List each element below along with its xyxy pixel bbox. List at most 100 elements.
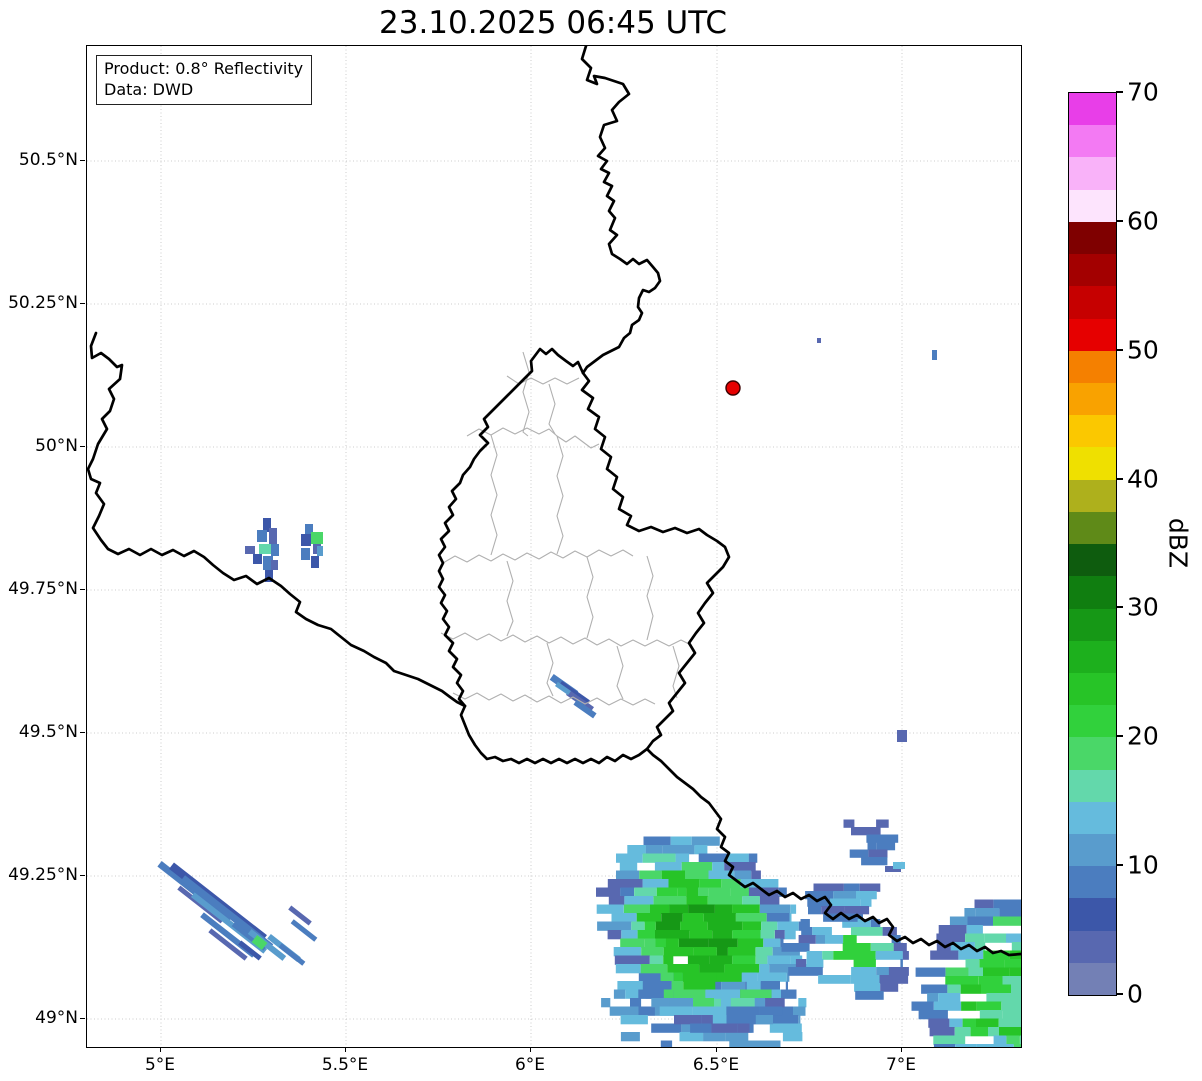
echo-cell [818,975,851,984]
echo-cell [918,1010,948,1020]
echo-cell [843,883,860,892]
echo-cell [655,938,666,948]
echo-cell [856,891,877,900]
echo-cell [712,1015,727,1025]
echo-cell [642,981,672,991]
echo-cell [699,879,722,889]
echo-cell [921,984,948,994]
echo-speck [893,862,905,869]
gridlines [87,46,1021,1047]
echo-cell [634,887,657,897]
colorbar-segment [1069,479,1116,512]
colorbar-segment [1069,769,1116,802]
echo-cell [609,1006,639,1016]
echo-cell [876,967,889,976]
echo-cell [929,1027,955,1037]
x-tick-mark [160,1047,161,1052]
echo-cell [1001,1001,1021,1011]
echo-cell [671,981,684,991]
echo-cell [978,976,1003,986]
radar-figure: 23.10.2025 06:45 UTC Product: 0.8° Refle… [0,0,1202,1081]
echo-cell [693,947,717,957]
echo-cell [902,951,909,960]
colorbar-segment [1069,93,1116,126]
echo-cell [637,930,655,940]
echo-cell [735,913,748,923]
echo-streak [301,548,310,560]
echo-cell [674,1015,702,1025]
product-info-box: Product: 0.8° Reflectivity Data: DWD [96,55,313,105]
echo-cell [815,935,825,944]
colorbar-segment [1069,930,1116,963]
echo-cell [759,1006,779,1016]
echo-cell [974,899,994,909]
echo-cell [955,1044,977,1047]
region-border [546,642,554,697]
colorbar-segment [1069,254,1116,287]
echo-cell [615,964,641,974]
echo-cell [812,927,832,936]
echo-cell [668,879,700,889]
data-source-label: Data: DWD [104,80,194,99]
country-border [580,46,662,375]
echo-cell [755,955,768,965]
y-tick-label: 50.25°N [8,293,78,313]
echo-cell [999,908,1021,918]
echo-cell [669,998,694,1008]
colorbar-segment [1069,318,1116,351]
echo-cell [755,1015,773,1025]
echo-cell [670,836,692,846]
echo-cell [732,904,760,914]
echo-east-north [843,819,899,866]
colorbar-segment [1069,511,1116,545]
radar-map [87,46,1021,1047]
echo-cell [619,862,638,872]
colorbar-tick-label: 10 [1127,850,1159,880]
echo-cell [851,927,883,936]
echo-streak [269,528,277,544]
echo-cell [673,972,683,982]
y-tick-mark [80,589,85,590]
echo-cell [875,951,903,960]
echo-streak [257,530,267,542]
echo-cell [682,913,704,923]
echo-cell [601,998,611,1008]
echo-cell [830,898,861,907]
echo-cell [627,845,646,855]
colorbar-tick-label: 20 [1127,721,1159,751]
echo-cell [893,943,907,952]
echo-cell [730,887,749,897]
echo-cell [793,1006,806,1016]
colorbar-tick-mark [1116,993,1123,995]
echo-cell [608,896,625,906]
echo-cell [1003,1044,1014,1047]
echo-cell [760,1040,781,1047]
echo-cell [638,989,664,999]
echo-cell [983,967,1010,977]
echo-cell [620,938,645,948]
echo-cell [607,930,622,940]
radar-station-dot [725,380,741,396]
echo-cell [962,1018,977,1028]
echo-cell [644,938,656,948]
echo-cell [636,913,662,923]
storm-se-corner [911,899,1021,1047]
region-border [442,549,634,564]
echo-cell [801,927,813,936]
echo-cell [949,916,968,926]
echo-cell [993,916,1021,926]
echo-cell [968,967,983,977]
region-border [556,435,564,555]
echo-cell [806,959,824,968]
echo-cell [727,853,749,863]
echo-cell [759,896,780,906]
echo-cell [960,984,981,994]
echo-cell [930,950,959,960]
echo-cell [958,950,984,960]
echo-cell [761,921,778,931]
echo-cell [976,1018,999,1028]
echo-cell [708,887,731,897]
region-border [548,383,556,435]
echo-cell [640,964,668,974]
echo-speck [817,338,821,343]
